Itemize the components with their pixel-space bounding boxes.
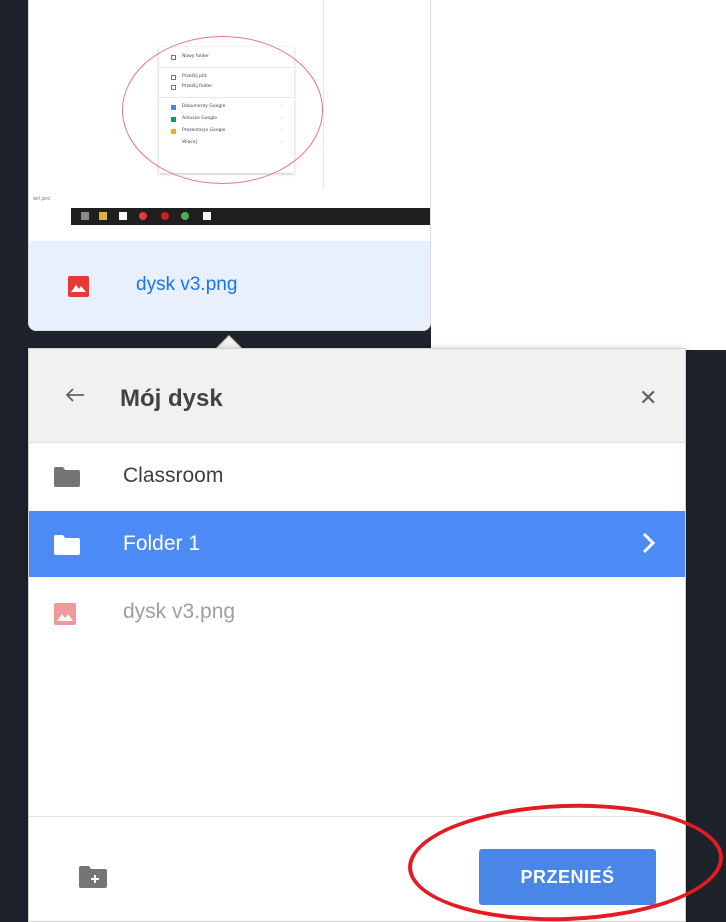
list-item-folder-1[interactable]: Folder 1 [29, 511, 685, 577]
new-folder-icon[interactable] [79, 866, 107, 893]
list-item-label: Classroom [123, 464, 224, 487]
taskbar-icon [119, 212, 127, 220]
file-thumbnail: Nowy folder Prześlij plik Prześlij folde… [29, 0, 430, 241]
folder-icon [54, 467, 80, 492]
window-edge [0, 0, 12, 922]
chevron-right-icon[interactable] [640, 531, 656, 560]
folder-icon [54, 535, 80, 560]
screen: Nowy folder Prześlij plik Prześlij folde… [0, 0, 726, 922]
list-item-classroom[interactable]: Classroom [29, 443, 685, 509]
taskbar-icon [99, 212, 107, 220]
thumbnail-caption: wrl.pro [33, 196, 51, 202]
dialog-title: Mój dysk [120, 385, 223, 412]
list-item-label: Folder 1 [123, 532, 201, 555]
file-name[interactable]: dysk v3.png [136, 274, 237, 296]
thumbnail-taskbar [71, 208, 430, 225]
taskbar-icon [139, 212, 147, 220]
image-icon [54, 603, 76, 630]
image-icon [68, 276, 89, 297]
file-card-footer: dysk v3.png [29, 241, 430, 330]
background-panel [431, 0, 726, 350]
thumbnail-annotation-circle [122, 36, 323, 184]
dialog-header: Mój dysk ✕ [29, 349, 685, 443]
file-card[interactable]: Nowy folder Prześlij plik Prześlij folde… [28, 0, 431, 331]
close-icon[interactable]: ✕ [639, 385, 657, 411]
taskbar-icon [203, 212, 211, 220]
list-item-dysk-v3: dysk v3.png [29, 579, 685, 645]
thumbnail-divider [323, 0, 324, 189]
arrow-left-icon[interactable] [65, 387, 85, 408]
taskbar-icon [181, 212, 189, 220]
list-item-label: dysk v3.png [123, 600, 236, 623]
taskbar-icon [161, 212, 169, 220]
taskbar-icon [81, 212, 89, 220]
